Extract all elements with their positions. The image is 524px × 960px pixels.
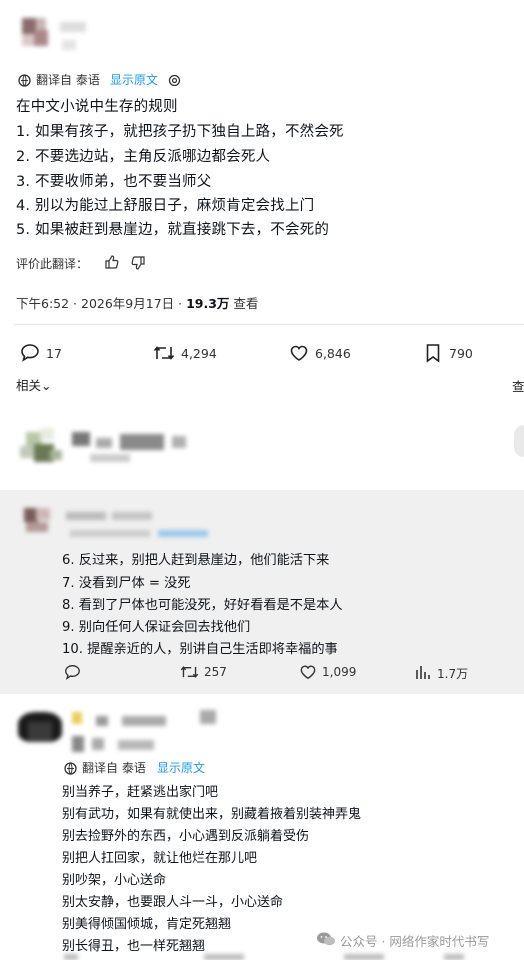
like-button-2[interactable]: 1,099 — [299, 664, 369, 682]
reply-count: 17 — [46, 346, 62, 361]
retweet-count: 257 — [204, 665, 227, 679]
tweet3-line: 别有武功，如果有就使出来，别藏着掖着别装神弄鬼 — [62, 807, 362, 822]
retweet-count: 4,294 — [181, 346, 217, 361]
watermark-text: 公众号 · 网络作家时代书写 — [340, 934, 490, 949]
translate-icon — [64, 760, 77, 779]
tweet3-line: 别太安静，也要跟人斗一斗，小心送命 — [62, 895, 284, 910]
tweet3-sub-3 — [118, 740, 154, 750]
tweet3-line: 别把人扛回家，就让他烂在那儿吧 — [62, 851, 258, 866]
right-cut-text: 查 — [512, 379, 524, 394]
retweet-icon — [153, 346, 175, 360]
tweet2-header-2 — [112, 512, 152, 520]
translate-icon — [18, 72, 31, 91]
show-original-link[interactable]: 显示原文 — [157, 759, 205, 776]
tweet1-line: 3. 不要收师弟，也不要当师父 — [16, 174, 212, 190]
tweet3-line: 别长得丑，也一样死翘翘 — [62, 939, 206, 954]
timestamp-text: 下午6:52 · 2026年9月17日 · — [16, 296, 187, 311]
avatar-tweet3[interactable] — [18, 712, 62, 746]
avatar-tweet1[interactable] — [22, 18, 54, 48]
reply-meta — [90, 454, 130, 462]
translation-label: 翻译自 泰语 — [36, 73, 100, 87]
tweet1-line: 2. 不要选边站，主角反派哪边都会死人 — [16, 149, 271, 165]
retweet-button[interactable]: 4,294 — [153, 343, 233, 363]
like-count: 1,099 — [322, 665, 357, 679]
reply-button-2[interactable] — [64, 664, 81, 684]
retweet-icon — [180, 666, 199, 678]
scroll-handle[interactable] — [514, 425, 524, 457]
username-tweet1[interactable] — [60, 22, 86, 32]
views-count: 19.3万 — [186, 296, 230, 311]
tweet3-badge — [72, 712, 82, 724]
bookmark-icon — [426, 344, 440, 363]
views-count: 1.7万 — [437, 667, 469, 681]
tweet3-sub — [72, 736, 84, 752]
tweet3-username-2 — [122, 716, 166, 726]
rate-translation-label: 评价此翻译： — [16, 257, 89, 271]
reply-handle — [120, 434, 164, 450]
tweet1-line: 4. 别以为能过上舒服日子，麻烦肯定会找上门 — [16, 198, 315, 214]
tweet1-line: 5. 如果被赶到悬崖边，就直接跳下去，不会死的 — [16, 222, 330, 238]
bookmark-button[interactable]: 790 — [425, 343, 495, 363]
like-count: 6,846 — [315, 346, 351, 361]
tweet2-header-link — [158, 530, 208, 537]
thumbs-up-icon[interactable] — [104, 254, 119, 273]
tweet1-line: 1. 如果有孩子，就把孩子扔下独自上路，不然会死 — [16, 124, 344, 140]
translation-label: 翻译自 泰语 — [82, 761, 146, 775]
heart-icon — [300, 665, 316, 680]
avatar-reply[interactable] — [18, 426, 64, 466]
reply-handle-2 — [172, 436, 186, 448]
avatar-tweet2[interactable] — [24, 508, 54, 534]
reply-username — [72, 432, 90, 446]
reply-button[interactable]: 17 — [20, 343, 80, 363]
views-button-2[interactable]: 1.7万 — [415, 664, 475, 682]
divider — [14, 324, 524, 325]
tweet3-username — [96, 716, 108, 726]
reply-icon — [65, 665, 80, 680]
views-label: 查看 — [233, 296, 259, 311]
bookmark-count: 790 — [449, 346, 473, 361]
tweet3-sub-2 — [92, 738, 104, 750]
tweet2-line: 8. 看到了尸体也可能没死，好好看看是不是本人 — [62, 598, 343, 613]
like-button[interactable]: 6,846 — [289, 343, 369, 363]
tweet3-line: 别吵架，小心送命 — [62, 873, 167, 888]
tweet3-line: 别当养子，赶紧逃出家门吧 — [62, 785, 219, 800]
reply-icon — [21, 344, 39, 362]
tweet2-line: 6. 反过来，别把人赶到悬崖边，他们能活下来 — [62, 553, 330, 568]
retweet-button-2[interactable]: 257 — [180, 664, 250, 682]
handle-tweet1 — [62, 40, 76, 50]
tweet3-line: 别去捡野外的东西，小心遇到反派躺着受伤 — [62, 829, 310, 844]
tweet1-title: 在中文小说中生存的规则 — [16, 99, 178, 115]
related-tab[interactable]: 相关⌄ — [16, 375, 52, 394]
heart-icon — [290, 345, 308, 361]
thumbs-down-icon[interactable] — [131, 256, 146, 275]
tweet3-line: 别美得倾国倾城，肯定死翘翘 — [62, 917, 232, 932]
show-original-link[interactable]: 显示原文 — [110, 71, 158, 88]
settings-icon[interactable] — [168, 72, 181, 91]
tweet3-username-3 — [200, 710, 216, 724]
views-bar-icon — [416, 666, 430, 679]
tweet3-stats-cut — [64, 954, 464, 960]
tweet2-line: 7. 没看到尸体 = 没死 — [62, 576, 191, 591]
tweet2-line: 9. 别向任何人保证会回去找他们 — [62, 620, 251, 635]
wechat-icon — [317, 932, 335, 946]
tweet2-header — [66, 512, 106, 520]
reply-username-2 — [96, 438, 112, 448]
tweet2-line: 10. 提醒亲近的人，别讲自己生活即将幸福的事 — [62, 642, 338, 657]
tweet2-header-3 — [70, 530, 150, 537]
tweet-timestamp[interactable]: 下午6:52 · 2026年9月17日 · 19.3万 查看 — [16, 293, 258, 312]
chevron-down-icon: ⌄ — [41, 378, 52, 393]
related-label: 相关 — [16, 378, 42, 393]
